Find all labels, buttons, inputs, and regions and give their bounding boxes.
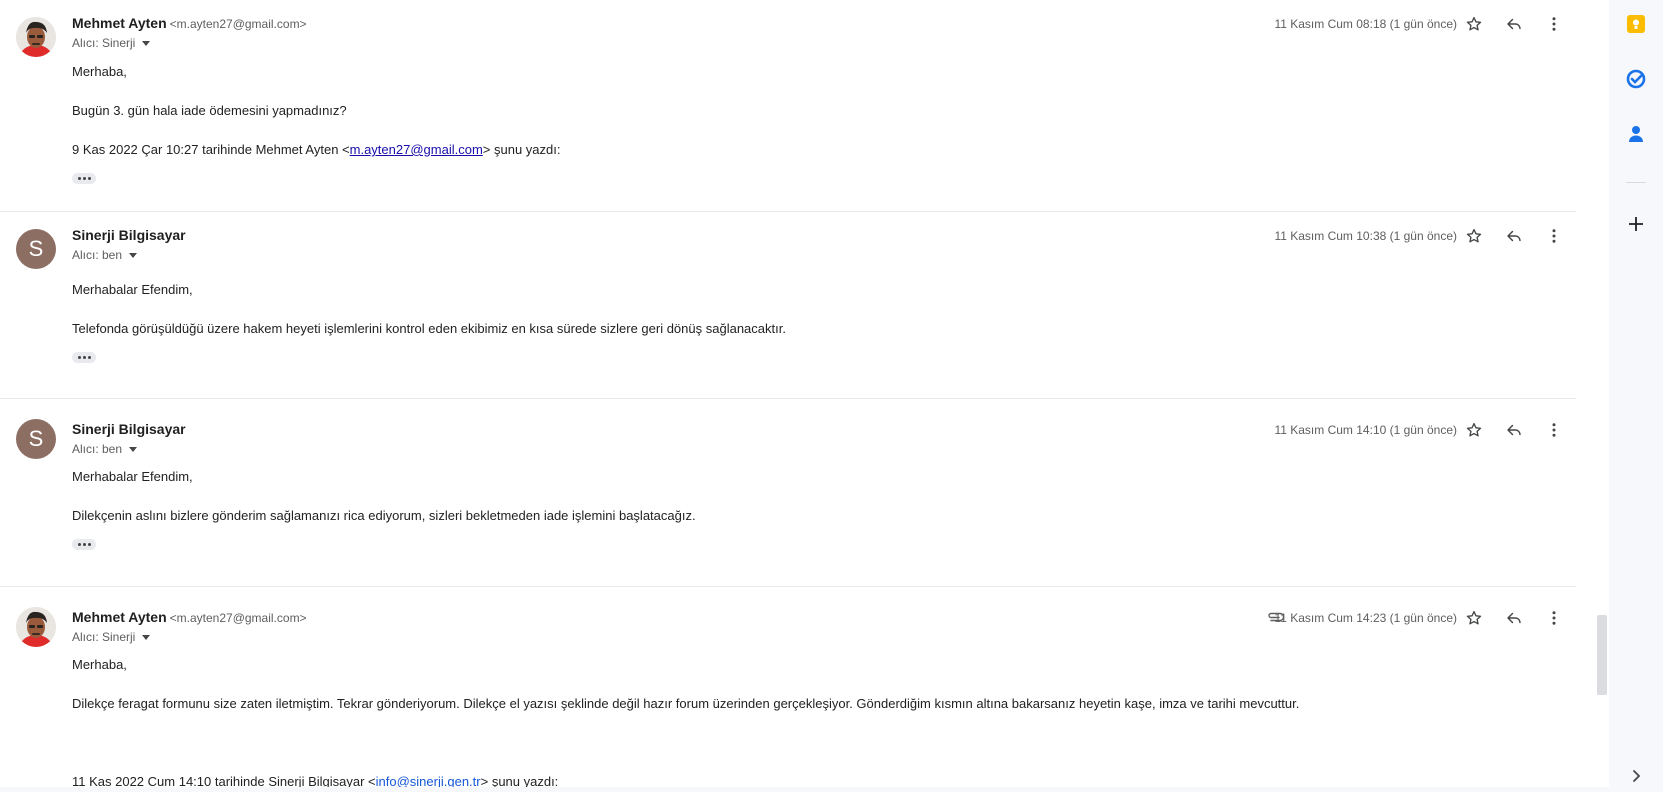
email-thread: Mehmet Ayten <m.ayten27@gmail.com> Alıcı:…: [0, 0, 1609, 792]
star-button[interactable]: [1462, 418, 1486, 442]
message-date: 11 Kasım Cum 10:38 (1 gün önce): [1274, 229, 1457, 243]
sender-avatar[interactable]: [16, 17, 56, 57]
message-body: Merhaba, Bugün 3. gün hala iade ödemesin…: [72, 62, 560, 186]
recipient-label: Alıcı: Sinerji: [72, 630, 136, 644]
caret-down-icon[interactable]: [142, 634, 151, 640]
reply-button[interactable]: [1502, 224, 1526, 248]
sender-line: Sinerji Bilgisayar: [72, 421, 186, 437]
body-line: Merhabalar Efendim,: [72, 282, 193, 297]
message-2[interactable]: S Sinerji Bilgisayar Alıcı: ben 11 Kasım…: [0, 212, 1576, 399]
sender-line: Mehmet Ayten <m.ayten27@gmail.com>: [72, 15, 307, 31]
body-line: Telefonda görüşüldüğü üzere hakem heyeti…: [72, 321, 786, 336]
more-options-button[interactable]: [1542, 606, 1566, 630]
sender-line: Sinerji Bilgisayar: [72, 227, 186, 243]
more-vert-icon: [1552, 229, 1556, 243]
more-options-button[interactable]: [1542, 12, 1566, 36]
tasks-icon: [1626, 69, 1646, 89]
star-icon: [1466, 228, 1482, 243]
bottom-edge: [0, 787, 1609, 792]
quote-header: 9 Kas 2022 Çar 10:27 tarihinde Mehmet Ay…: [72, 142, 561, 157]
quote-email-link[interactable]: m.ayten27@gmail.com: [350, 142, 483, 157]
star-button[interactable]: [1462, 224, 1486, 248]
show-trimmed-content-button[interactable]: [72, 173, 96, 184]
contacts-icon: [1629, 126, 1643, 142]
message-1[interactable]: Mehmet Ayten <m.ayten27@gmail.com> Alıcı:…: [0, 0, 1576, 212]
sender-email: <m.ayten27@gmail.com>: [169, 611, 307, 625]
chevron-right-icon: [1633, 770, 1641, 782]
star-button[interactable]: [1462, 606, 1486, 630]
caret-down-icon[interactable]: [129, 252, 138, 258]
sender-name[interactable]: Mehmet Ayten: [72, 15, 167, 31]
message-date: 11 Kasım Cum 14:23 (1 gün önce): [1274, 611, 1457, 625]
caret-down-icon[interactable]: [142, 40, 151, 46]
body-line: Merhaba,: [72, 64, 127, 79]
body-line: Merhaba,: [72, 657, 127, 672]
reply-button[interactable]: [1502, 12, 1526, 36]
show-trimmed-content-button[interactable]: [72, 352, 96, 363]
star-button[interactable]: [1462, 12, 1486, 36]
side-panel: [1609, 0, 1663, 792]
recipient-toggle[interactable]: Alıcı: ben: [72, 442, 138, 456]
keep-button[interactable]: [1624, 12, 1648, 36]
get-addons-button[interactable]: [1624, 212, 1648, 236]
keep-icon: [1627, 15, 1645, 33]
star-icon: [1466, 16, 1482, 31]
recipient-toggle[interactable]: Alıcı: Sinerji: [72, 630, 151, 644]
reply-icon: [1507, 424, 1521, 436]
sender-name[interactable]: Sinerji Bilgisayar: [72, 421, 186, 437]
message-body: Merhabalar Efendim, Telefonda görüşüldüğ…: [72, 280, 786, 365]
recipient-toggle[interactable]: Alıcı: Sinerji: [72, 36, 151, 50]
star-icon: [1466, 422, 1482, 437]
sender-email: <m.ayten27@gmail.com>: [169, 17, 307, 31]
sender-avatar[interactable]: S: [16, 419, 56, 459]
sender-avatar[interactable]: S: [16, 229, 56, 269]
message-date: 11 Kasım Cum 08:18 (1 gün önce): [1274, 17, 1457, 31]
message-date: 11 Kasım Cum 14:10 (1 gün önce): [1274, 423, 1457, 437]
more-vert-icon: [1552, 17, 1556, 31]
message-3[interactable]: S Sinerji Bilgisayar Alıcı: ben 11 Kasım…: [0, 399, 1576, 587]
sender-name[interactable]: Mehmet Ayten: [72, 609, 167, 625]
reply-icon: [1507, 230, 1521, 242]
tasks-button[interactable]: [1624, 67, 1648, 91]
message-4[interactable]: Mehmet Ayten <m.ayten27@gmail.com> Alıcı:…: [0, 587, 1576, 792]
more-vert-icon: [1552, 423, 1556, 437]
recipient-toggle[interactable]: Alıcı: ben: [72, 248, 138, 262]
recipient-label: Alıcı: Sinerji: [72, 36, 136, 50]
reply-button[interactable]: [1502, 606, 1526, 630]
reply-button[interactable]: [1502, 418, 1526, 442]
sender-name[interactable]: Sinerji Bilgisayar: [72, 227, 186, 243]
caret-down-icon[interactable]: [129, 446, 138, 452]
recipient-label: Alıcı: ben: [72, 248, 123, 262]
expand-side-panel-button[interactable]: [1624, 764, 1648, 788]
add-icon: [1629, 217, 1643, 231]
reply-icon: [1507, 18, 1521, 30]
body-line: Bugün 3. gün hala iade ödemesini yapmadı…: [72, 103, 347, 118]
more-vert-icon: [1552, 611, 1556, 625]
sender-avatar[interactable]: [16, 607, 56, 647]
star-icon: [1466, 610, 1482, 625]
thread-scrollbar[interactable]: [1597, 615, 1607, 695]
body-line: Merhabalar Efendim,: [72, 469, 193, 484]
reply-icon: [1507, 612, 1521, 624]
message-body: Merhaba, Dilekçe feragat formunu size za…: [72, 655, 1299, 792]
sender-line: Mehmet Ayten <m.ayten27@gmail.com>: [72, 609, 307, 625]
contacts-button[interactable]: [1624, 122, 1648, 146]
more-options-button[interactable]: [1542, 418, 1566, 442]
show-trimmed-content-button[interactable]: [72, 539, 96, 550]
recipient-label: Alıcı: ben: [72, 442, 123, 456]
message-body: Merhabalar Efendim, Dilekçenin aslını bi…: [72, 467, 696, 552]
more-options-button[interactable]: [1542, 224, 1566, 248]
body-line: Dilekçenin aslını bizlere gönderim sağla…: [72, 508, 696, 523]
side-divider: [1626, 182, 1646, 183]
body-line: Dilekçe feragat formunu size zaten iletm…: [72, 696, 1300, 711]
